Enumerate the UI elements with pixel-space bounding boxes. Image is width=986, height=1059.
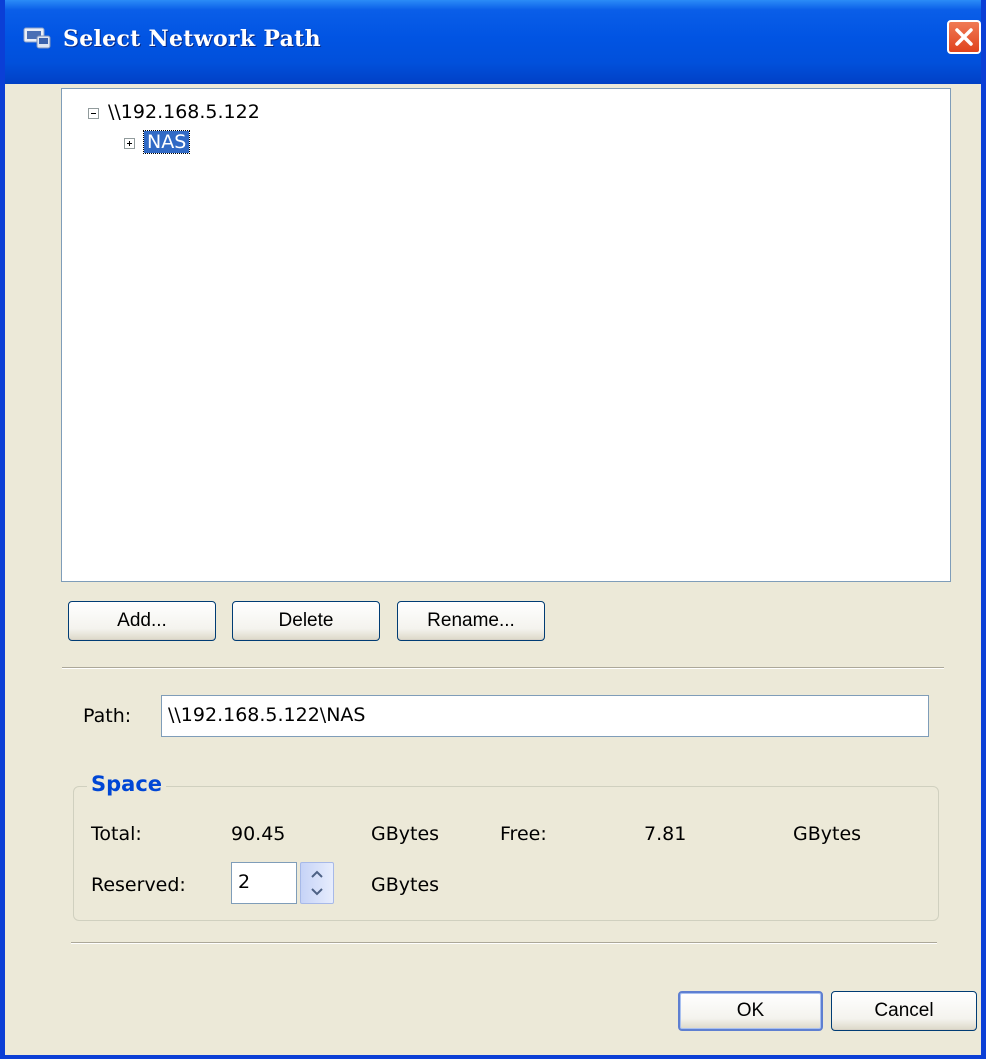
space-group-title: Space — [87, 772, 167, 796]
reserved-spinner[interactable] — [300, 862, 334, 904]
total-label: Total: — [91, 823, 142, 845]
collapse-icon[interactable] — [88, 108, 99, 119]
total-value: 90.45 — [231, 823, 286, 845]
path-label: Path: — [83, 705, 132, 727]
free-value: 7.81 — [644, 823, 687, 845]
free-unit: GBytes — [793, 823, 862, 845]
total-unit: GBytes — [371, 823, 440, 845]
reserved-input[interactable]: 2 — [231, 862, 297, 904]
spin-down-icon — [311, 888, 323, 896]
add-button[interactable]: Add... — [68, 601, 216, 641]
free-label: Free: — [500, 823, 547, 845]
tree-node-root-label[interactable]: \\192.168.5.122 — [108, 101, 260, 123]
bottom-separator — [71, 942, 937, 944]
delete-button[interactable]: Delete — [232, 601, 380, 641]
reserved-unit: GBytes — [371, 874, 440, 896]
rename-button[interactable]: Rename... — [397, 601, 545, 641]
separator — [62, 667, 944, 669]
window-title: Select Network Path — [63, 26, 321, 52]
path-field[interactable]: \\192.168.5.122\NAS — [161, 695, 929, 737]
select-network-path-dialog: Select Network Path \\192.168.5.122 NAS … — [0, 0, 986, 1059]
ok-button[interactable]: OK — [678, 991, 823, 1031]
title-bar[interactable]: Select Network Path — [5, 0, 981, 84]
tree-node-nas-label[interactable]: NAS — [142, 130, 191, 154]
expand-icon[interactable] — [124, 138, 135, 149]
close-button[interactable] — [947, 20, 981, 54]
app-icon — [23, 24, 51, 50]
network-path-tree[interactable]: \\192.168.5.122 NAS — [61, 88, 951, 582]
reserved-label: Reserved: — [91, 874, 186, 896]
cancel-button[interactable]: Cancel — [831, 991, 977, 1031]
close-icon — [955, 28, 973, 46]
space-groupbox — [73, 786, 939, 921]
spin-up-icon — [311, 870, 323, 878]
